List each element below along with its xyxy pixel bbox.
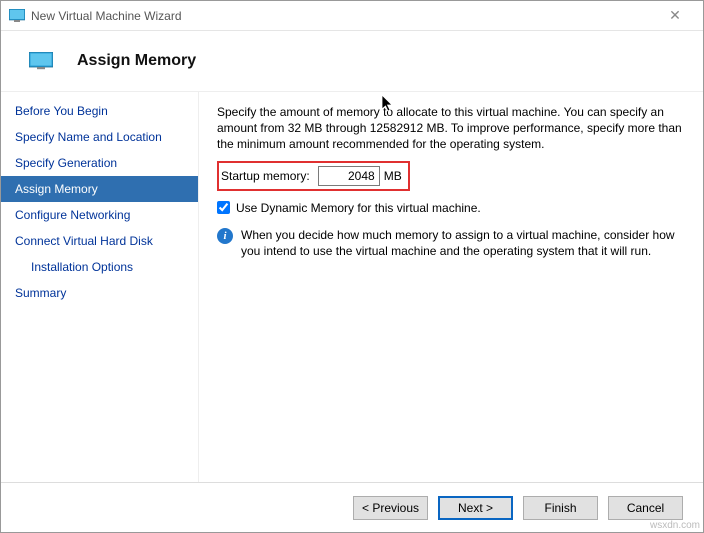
startup-memory-input[interactable] <box>318 166 380 186</box>
info-icon: i <box>217 228 233 244</box>
startup-memory-unit: MB <box>384 169 402 183</box>
next-button[interactable]: Next > <box>438 496 513 520</box>
titlebar: New Virtual Machine Wizard ✕ <box>1 1 703 31</box>
previous-button[interactable]: < Previous <box>353 496 428 520</box>
wizard-step[interactable]: Configure Networking <box>1 202 198 228</box>
cancel-button[interactable]: Cancel <box>608 496 683 520</box>
wizard-header: Assign Memory <box>1 31 703 91</box>
wizard-footer: < Previous Next > Finish Cancel <box>1 482 703 532</box>
info-row: i When you decide how much memory to ass… <box>217 227 685 259</box>
app-icon <box>9 8 25 24</box>
page-title: Assign Memory <box>77 52 196 70</box>
header-icon <box>29 51 53 71</box>
info-text: When you decide how much memory to assig… <box>241 227 685 259</box>
wizard-content: Specify the amount of memory to allocate… <box>199 92 703 482</box>
finish-button[interactable]: Finish <box>523 496 598 520</box>
wizard-step[interactable]: Specify Name and Location <box>1 124 198 150</box>
wizard-step[interactable]: Summary <box>1 280 198 306</box>
wizard-steps: Before You BeginSpecify Name and Locatio… <box>1 92 199 482</box>
dynamic-memory-label[interactable]: Use Dynamic Memory for this virtual mach… <box>236 201 481 215</box>
wizard-step[interactable]: Specify Generation <box>1 150 198 176</box>
wizard-step[interactable]: Connect Virtual Hard Disk <box>1 228 198 254</box>
watermark: wsxdn.com <box>650 520 700 531</box>
description-text: Specify the amount of memory to allocate… <box>217 104 685 153</box>
startup-memory-row: Startup memory: MB <box>217 161 410 191</box>
wizard-body: Before You BeginSpecify Name and Locatio… <box>1 91 703 482</box>
window-title: New Virtual Machine Wizard <box>31 9 655 23</box>
wizard-window: New Virtual Machine Wizard ✕ Assign Memo… <box>0 0 704 533</box>
wizard-step[interactable]: Installation Options <box>1 254 198 280</box>
wizard-step[interactable]: Assign Memory <box>1 176 198 202</box>
dynamic-memory-row: Use Dynamic Memory for this virtual mach… <box>217 201 685 215</box>
wizard-step[interactable]: Before You Begin <box>1 98 198 124</box>
dynamic-memory-checkbox[interactable] <box>217 201 230 214</box>
startup-memory-label: Startup memory: <box>221 169 310 183</box>
close-button[interactable]: ✕ <box>655 2 695 30</box>
